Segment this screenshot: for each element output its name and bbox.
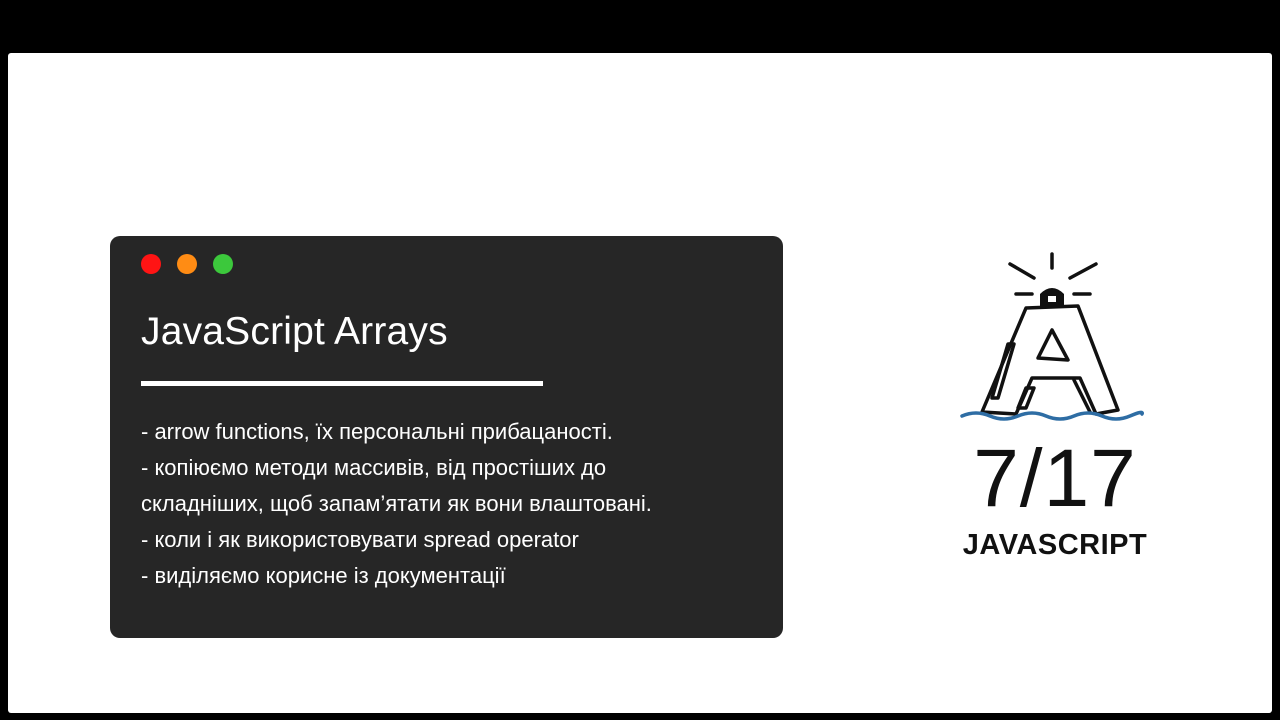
topic-item: складніших, щоб запам’ятати як вони влаш… [141, 491, 652, 516]
slide-canvas: JavaScript Arrays - arrow functions, їх … [8, 53, 1272, 713]
lesson-counter: 7/17 [973, 433, 1137, 524]
window-maximize-dot [213, 254, 233, 274]
lighthouse-a-logo-icon [956, 248, 1146, 433]
window-close-dot [141, 254, 161, 274]
code-window-card: JavaScript Arrays - arrow functions, їх … [110, 236, 783, 638]
card-title: JavaScript Arrays [141, 310, 448, 353]
title-underline [141, 381, 543, 386]
window-minimize-dot [177, 254, 197, 274]
course-name: JAVASCRIPT [962, 529, 1148, 561]
topic-item: - копіюємо методи массивів, від простіши… [141, 455, 607, 480]
topic-item: - коли і як використовувати spread opera… [141, 527, 579, 552]
topic-item: - виділяємо корисне із документації [141, 563, 506, 588]
topic-item: - arrow functions, їх персональні прибац… [141, 419, 613, 444]
topic-list: - arrow functions, їх персональні прибац… [141, 414, 771, 594]
